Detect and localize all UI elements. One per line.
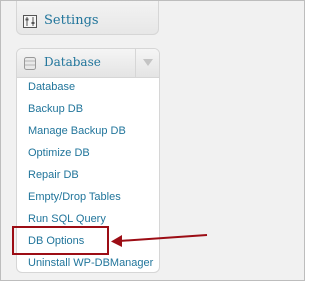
submenu-item-database[interactable]: Database [28,81,75,94]
submenu-item-run-sql-query[interactable]: Run SQL Query [28,213,106,226]
submenu-item-optimize-db[interactable]: Optimize DB [28,147,90,160]
screenshot-frame: Settings Database Database Backup DB Man… [0,0,305,281]
database-menu-title[interactable]: Database [44,55,101,69]
database-menu-header[interactable]: Database [17,49,159,78]
settings-sliders-icon [23,15,37,28]
settings-menu[interactable]: Settings [16,1,159,35]
arrow-icon [111,234,208,247]
highlight-box [12,226,109,255]
triangle-down-icon [143,59,153,66]
submenu-item-backup-db[interactable]: Backup DB [28,103,83,116]
submenu-item-empty-drop-tables[interactable]: Empty/Drop Tables [28,191,121,204]
submenu-item-manage-backup-db[interactable]: Manage Backup DB [28,125,126,138]
settings-label[interactable]: Settings [44,13,99,28]
submenu-item-repair-db[interactable]: Repair DB [28,169,79,182]
database-icon [24,57,36,70]
database-menu-toggle[interactable] [135,49,159,77]
submenu-item-uninstall-wp-dbmanager[interactable]: Uninstall WP-DBManager [28,257,153,270]
